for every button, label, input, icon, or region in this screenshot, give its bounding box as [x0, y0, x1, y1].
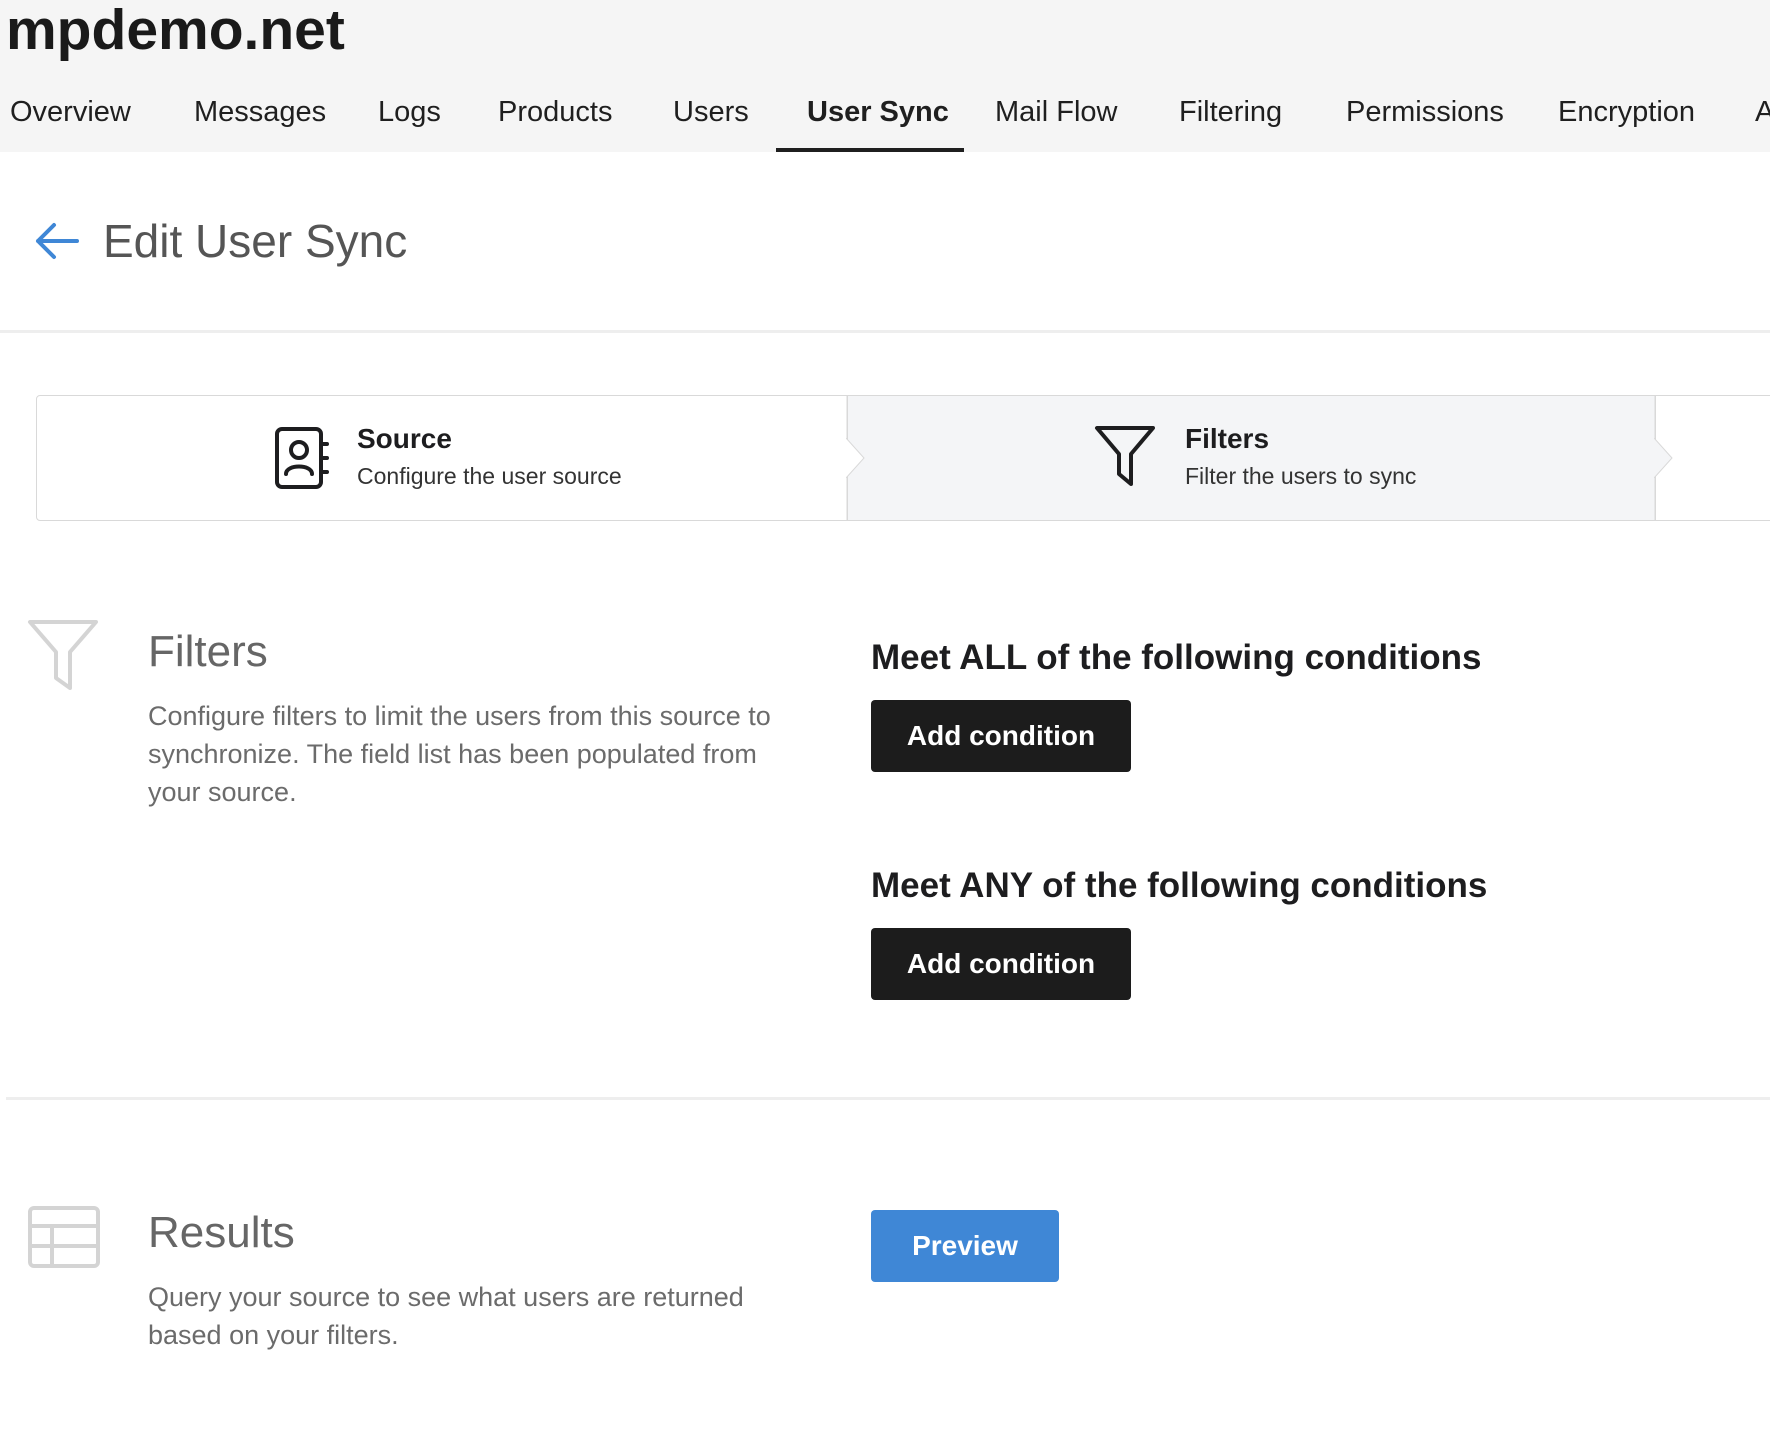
domain-title: mpdemo.net [6, 0, 345, 62]
tab-products[interactable]: Products [498, 96, 612, 128]
step-separator [1654, 395, 1673, 521]
table-icon [28, 1206, 100, 1273]
tab-overflow[interactable]: A [1755, 96, 1770, 128]
tab-messages[interactable]: Messages [194, 96, 326, 128]
tab-logs[interactable]: Logs [378, 96, 441, 128]
results-heading: Results [148, 1208, 295, 1257]
filters-description: Configure filters to limit the users fro… [148, 701, 771, 807]
tab-permissions[interactable]: Permissions [1346, 96, 1504, 128]
arrow-left-icon[interactable] [33, 221, 79, 261]
active-tab-indicator [776, 148, 964, 152]
preview-button[interactable]: Preview [871, 1210, 1059, 1282]
step-filters[interactable] [847, 395, 1657, 521]
tab-users[interactable]: Users [673, 96, 749, 128]
step-source[interactable] [36, 395, 848, 521]
tab-overview[interactable]: Overview [10, 96, 131, 128]
divider [6, 1097, 1770, 1100]
filters-heading: Filters [148, 627, 268, 676]
step-filters-subtitle: Filter the users to sync [1185, 463, 1417, 489]
page-title: Edit User Sync [103, 215, 408, 267]
top-header: mpdemo.net Overview Messages Logs Produc… [0, 0, 1770, 152]
wizard-stepper: Source Configure the user source Filters… [36, 395, 1770, 521]
tab-encryption[interactable]: Encryption [1558, 96, 1695, 128]
step-separator [846, 395, 865, 521]
step-filters-title: Filters [1185, 423, 1270, 454]
results-description: Query your source to see what users are … [148, 1282, 744, 1350]
any-conditions-heading: Meet ANY of the following conditions [871, 866, 1488, 905]
funnel-icon [1093, 424, 1157, 493]
divider [0, 330, 1770, 333]
add-any-condition-button[interactable]: Add condition [871, 928, 1131, 1000]
step-source-subtitle: Configure the user source [357, 463, 622, 489]
contact-book-icon [274, 426, 330, 495]
tab-mail-flow[interactable]: Mail Flow [995, 96, 1117, 128]
funnel-icon [26, 618, 100, 697]
tab-filtering[interactable]: Filtering [1179, 96, 1282, 128]
step-source-title: Source [357, 423, 452, 454]
all-conditions-heading: Meet ALL of the following conditions [871, 638, 1482, 677]
tab-user-sync[interactable]: User Sync [807, 96, 949, 128]
add-all-condition-button[interactable]: Add condition [871, 700, 1131, 772]
